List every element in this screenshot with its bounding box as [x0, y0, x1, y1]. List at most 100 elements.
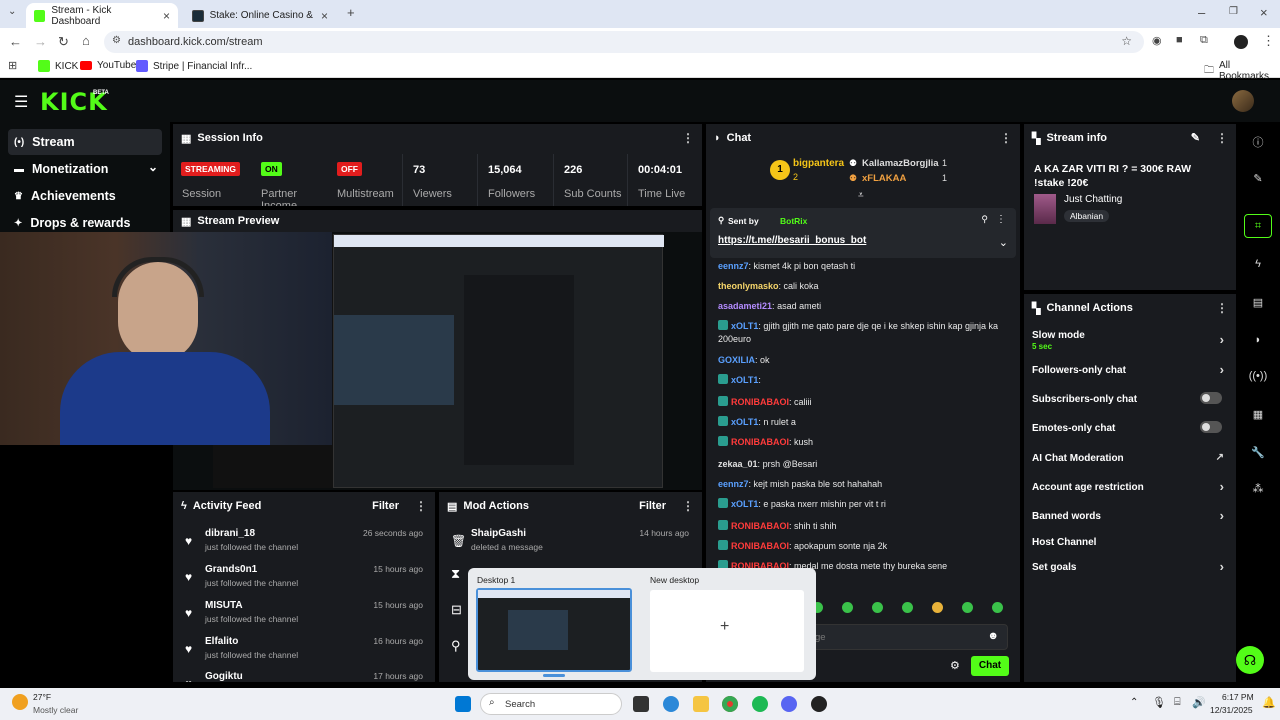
chat-username[interactable]: xOLT1: [731, 499, 758, 509]
network-icon[interactable]: ⌸: [1174, 696, 1181, 709]
home-icon[interactable]: ⌂: [82, 33, 90, 48]
banned-words-action[interactable]: Banned words ›: [1032, 506, 1228, 526]
set-goals-action[interactable]: Set goals ›: [1032, 557, 1228, 577]
spotify-icon[interactable]: [752, 696, 768, 712]
filter-button[interactable]: Filter: [639, 500, 666, 512]
sidebar-item-stream[interactable]: (•) Stream: [8, 129, 162, 155]
extension-icon[interactable]: ■: [1176, 34, 1183, 46]
chat-bubble-icon[interactable]: ◗: [1244, 328, 1272, 352]
weather-icon[interactable]: [12, 694, 28, 710]
layout-icon[interactable]: ▦: [1244, 402, 1272, 426]
site-info-icon[interactable]: ⚙: [112, 35, 121, 46]
emote-icon[interactable]: [962, 602, 973, 613]
extension-icon[interactable]: ◉: [1152, 34, 1162, 47]
activity-user[interactable]: Gogiktu: [205, 671, 243, 682]
hamburger-menu-icon[interactable]: ☰: [14, 92, 28, 112]
sidebar-item-achievements[interactable]: ♛ Achievements: [8, 183, 162, 209]
emote-icon[interactable]: [872, 602, 883, 613]
unpin-icon[interactable]: ⚲: [981, 214, 988, 225]
followers-only-action[interactable]: Followers-only chat ›: [1032, 360, 1228, 380]
notification-bell-icon[interactable]: 🔔: [1262, 696, 1276, 709]
back-icon[interactable]: ←: [9, 34, 22, 49]
more-options-icon[interactable]: ⋮: [682, 131, 694, 145]
file-explorer-icon[interactable]: [693, 696, 709, 712]
host-channel-action[interactable]: Host Channel: [1032, 532, 1228, 552]
filter-button[interactable]: Filter: [372, 500, 399, 512]
activity-user[interactable]: Grands0n1: [205, 564, 257, 575]
close-tab-icon[interactable]: ×: [321, 9, 328, 23]
wrench-icon[interactable]: 🔧: [1244, 440, 1272, 464]
microphone-icon[interactable]: 🎙: [1152, 696, 1166, 709]
tab-stake[interactable]: Stake: Online Casino & Sports ×: [184, 3, 336, 28]
emote-icon[interactable]: [842, 602, 853, 613]
chat-settings-gear-icon[interactable]: ⚙: [950, 659, 960, 672]
apps-grid-icon[interactable]: ⊞: [8, 59, 17, 72]
emotes-only-toggle[interactable]: [1200, 421, 1222, 433]
category-name[interactable]: Just Chatting: [1064, 194, 1122, 205]
collapse-leaderboard-icon[interactable]: ⩡: [858, 190, 864, 201]
more-options-icon[interactable]: ⋮: [1216, 131, 1228, 145]
clock-time[interactable]: 6:17 PM: [1222, 692, 1254, 702]
leader-name[interactable]: KallamazBorgjlia: [862, 158, 939, 169]
tab-search-icon[interactable]: ⌄: [8, 6, 16, 17]
leader-name[interactable]: bigpantera: [793, 158, 844, 169]
category-thumbnail[interactable]: [1034, 194, 1056, 224]
chat-username[interactable]: RONIBABAOI: [731, 541, 789, 551]
discord-icon[interactable]: [781, 696, 797, 712]
emote-icon[interactable]: [902, 602, 913, 613]
chat-username[interactable]: eennz7: [718, 479, 749, 489]
activity-user[interactable]: Elfalito: [205, 636, 238, 647]
app-icon[interactable]: [811, 696, 827, 712]
chrome-icon[interactable]: [722, 696, 738, 712]
leader-name[interactable]: xFLAKAA: [862, 173, 906, 184]
chat-username[interactable]: asadameti21: [718, 301, 772, 311]
emote-icon[interactable]: [932, 602, 943, 613]
clip-icon[interactable]: ⌗: [1244, 214, 1272, 238]
close-tab-icon[interactable]: ×: [163, 9, 170, 23]
more-options-icon[interactable]: ⋮: [1216, 301, 1228, 315]
reload-icon[interactable]: ↻: [58, 34, 69, 50]
more-options-icon[interactable]: ⋮: [996, 214, 1006, 225]
edit-pencil-icon[interactable]: ✎: [1191, 131, 1200, 144]
pinned-link[interactable]: https://t.me//besarii_bonus_bot: [718, 235, 866, 246]
forward-icon[interactable]: →: [34, 34, 47, 49]
profile-avatar[interactable]: [1234, 35, 1248, 49]
tray-chevron-icon[interactable]: ⌃: [1130, 697, 1138, 708]
chat-username[interactable]: xOLT1: [731, 375, 758, 385]
sidebar-item-monetization[interactable]: ▬ Monetization ⌄: [8, 156, 162, 182]
chat-username[interactable]: RONIBABAOI: [731, 521, 789, 531]
windows-start-icon[interactable]: [455, 696, 471, 712]
more-options-icon[interactable]: ⋮: [1000, 131, 1012, 145]
chat-username[interactable]: RONIBABAOI: [731, 437, 789, 447]
account-age-action[interactable]: Account age restriction ›: [1032, 477, 1228, 497]
subscribers-only-toggle[interactable]: [1200, 392, 1222, 404]
bookmark-stripe[interactable]: Stripe | Financial Infr...: [136, 60, 252, 72]
apps-icon[interactable]: ⁂: [1244, 476, 1272, 500]
ai-moderation-action[interactable]: AI Chat Moderation ↗: [1032, 448, 1228, 468]
chat-username[interactable]: zekaa_01: [718, 459, 758, 469]
edit-pencil-icon[interactable]: ✎: [1244, 166, 1272, 190]
user-avatar[interactable]: [1232, 90, 1254, 112]
tab-kick-dashboard[interactable]: Stream - Kick Dashboard ×: [26, 3, 178, 28]
bookmark-star-icon[interactable]: ☆: [1121, 34, 1132, 48]
chat-username[interactable]: GOXILIA: [718, 355, 755, 365]
extensions-puzzle-icon[interactable]: ⧉: [1200, 34, 1208, 47]
chat-username[interactable]: theonlymasko: [718, 281, 779, 291]
new-tab-icon[interactable]: +: [347, 5, 355, 20]
volume-icon[interactable]: 🔊: [1192, 696, 1206, 709]
bookmark-youtube[interactable]: YouTube: [80, 60, 136, 71]
browser-menu-icon[interactable]: ⋮: [1262, 33, 1275, 49]
task-view-icon[interactable]: [633, 696, 649, 712]
emoji-icon[interactable]: ☻: [987, 630, 999, 642]
bookmark-all[interactable]: 🗀 All Bookmarks: [1204, 60, 1280, 82]
document-icon[interactable]: ▤: [1244, 290, 1272, 314]
mod-user[interactable]: ShaipGashi: [471, 528, 526, 539]
support-headset-icon[interactable]: ☊: [1236, 646, 1264, 674]
activity-user[interactable]: dibrani_18: [205, 528, 255, 539]
new-desktop-button[interactable]: +: [650, 590, 804, 672]
chat-username[interactable]: RONIBABAOI: [731, 397, 789, 407]
chat-username[interactable]: xOLT1: [731, 321, 758, 331]
bookmark-kick[interactable]: KICK: [38, 60, 78, 72]
taskbar-search[interactable]: ⌕ Search: [480, 693, 622, 715]
emotes-only-action[interactable]: Emotes-only chat: [1032, 418, 1228, 438]
